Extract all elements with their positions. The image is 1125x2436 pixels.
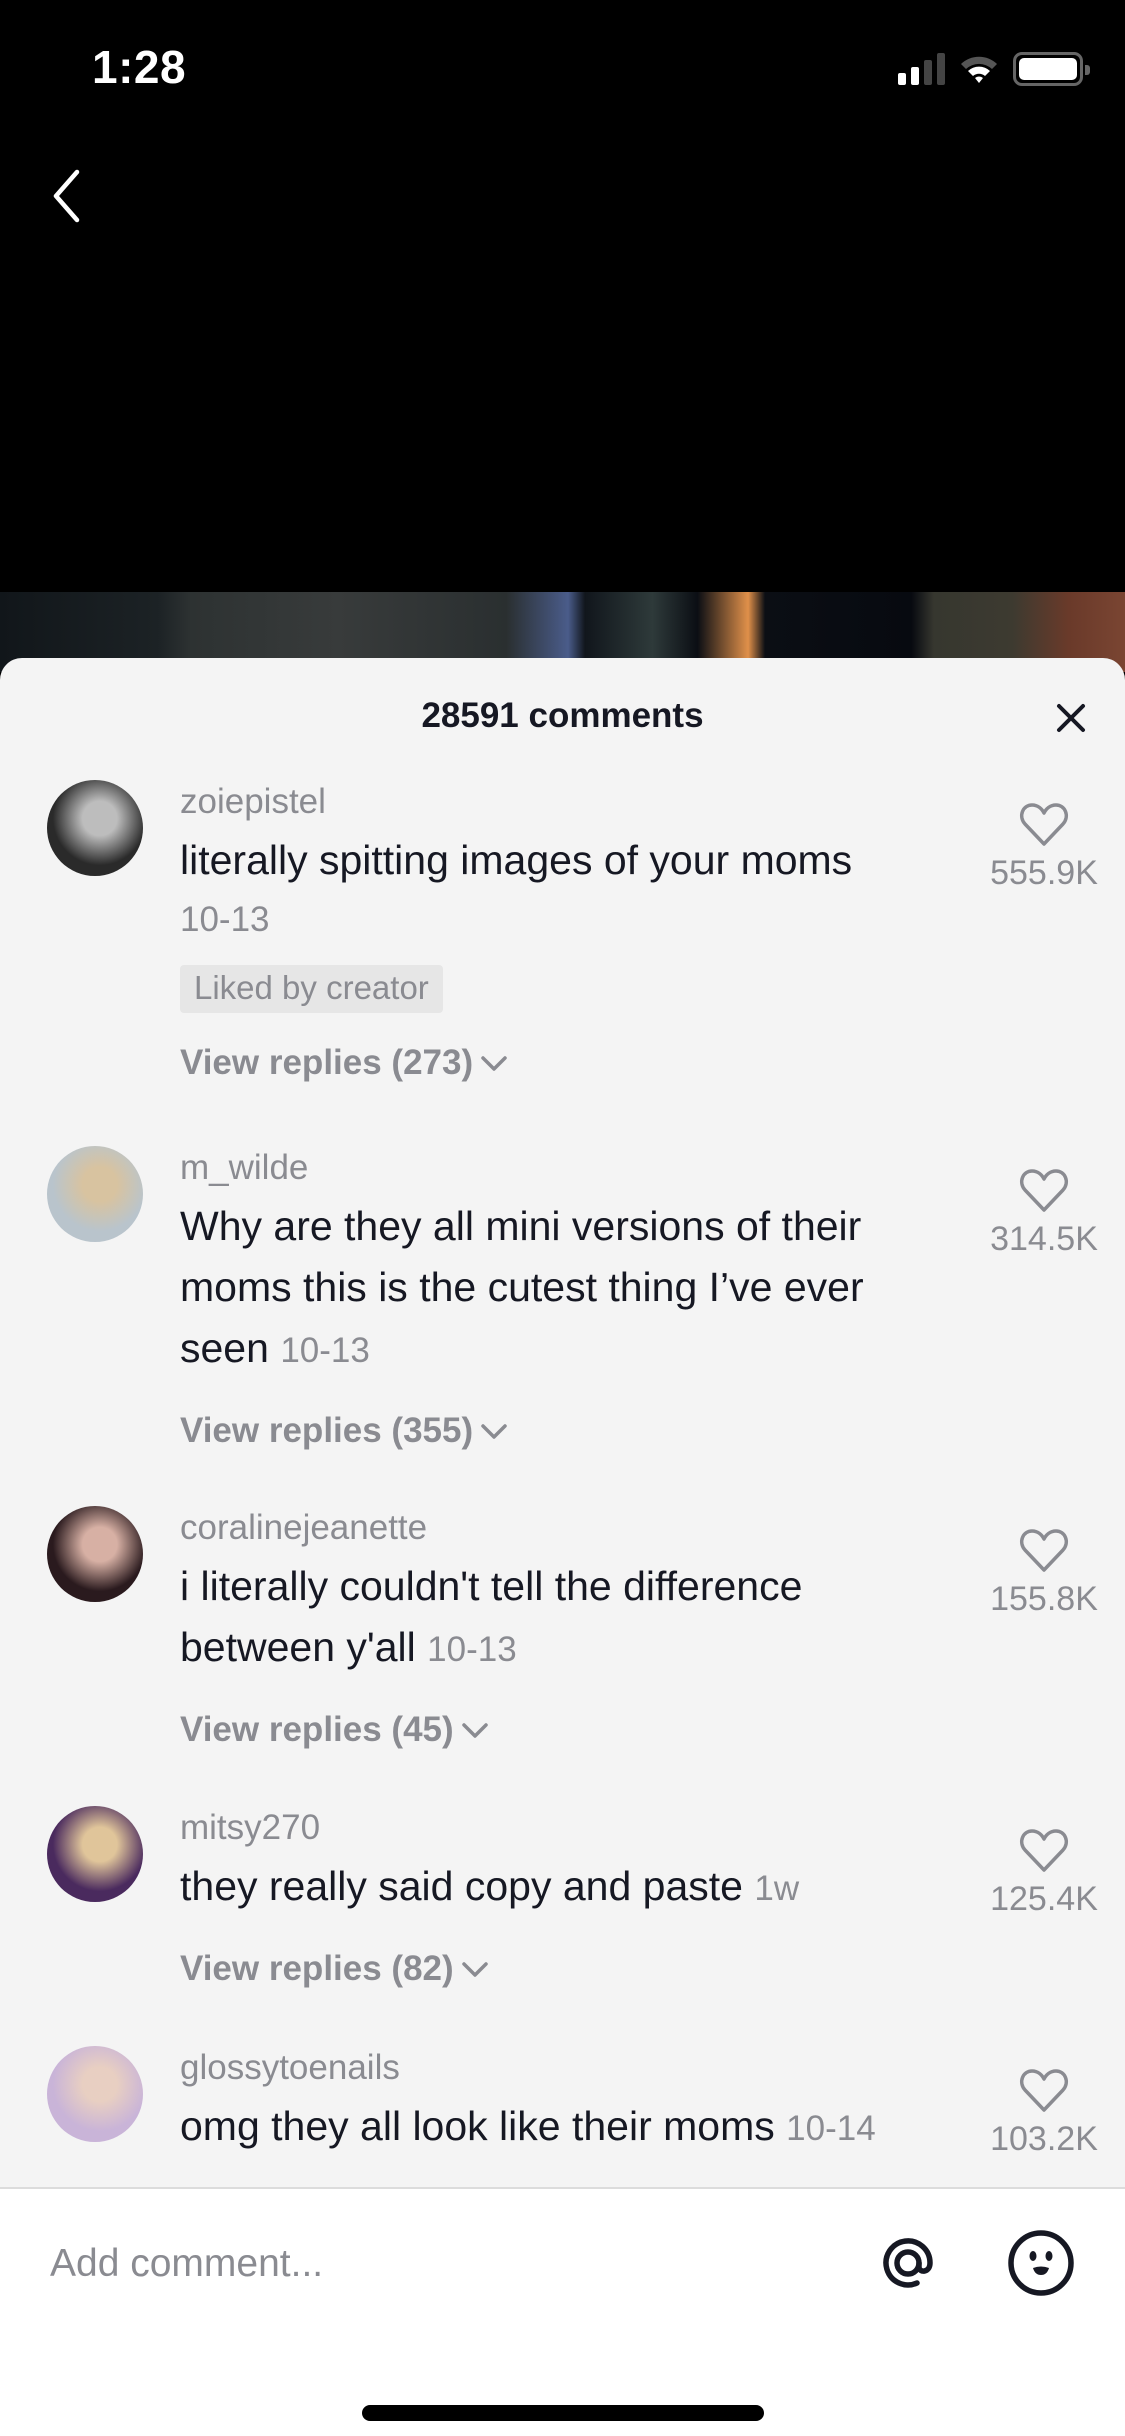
comment-username[interactable]: m_wilde <box>180 1146 950 1190</box>
like-count: 314.5K <box>990 1220 1098 1258</box>
like-button[interactable]: 155.8K <box>979 1528 1109 1619</box>
avatar[interactable] <box>47 2046 143 2142</box>
comment-date: 10-14 <box>786 2109 876 2148</box>
view-replies-button[interactable]: View replies (82) <box>180 1947 490 1991</box>
comment-text: literally spitting images of your moms <box>180 830 950 891</box>
comment-text: Why are they all mini versions of their … <box>180 1196 950 1381</box>
comment-item: zoiepistel literally spitting images of … <box>0 780 1125 1146</box>
view-replies-button[interactable]: View replies (273) <box>180 1041 509 1085</box>
back-button[interactable] <box>40 160 100 230</box>
comment-date: 10-13 <box>427 1630 517 1669</box>
view-replies-button[interactable]: View replies (45) <box>180 1708 490 1752</box>
comment-item: glossytoenails omg they all look like th… <box>0 2046 1125 2187</box>
comment-body: literally spitting images of your moms <box>180 837 853 883</box>
heart-icon <box>1020 1529 1068 1572</box>
liked-by-creator-badge: Liked by creator <box>180 965 443 1013</box>
status-time: 1:28 <box>92 41 187 93</box>
like-button[interactable]: 125.4K <box>979 1828 1109 1919</box>
signal-icon <box>898 53 945 85</box>
chevron-down-icon <box>461 1962 488 1977</box>
comment-username[interactable]: coralinejeanette <box>180 1506 950 1550</box>
comment-date: 1w <box>754 1869 800 1908</box>
comments-sheet: 28591 comments zoiepistel literally spit… <box>0 658 1125 2436</box>
like-button[interactable]: 555.9K <box>979 802 1109 893</box>
add-comment-input[interactable] <box>50 2229 830 2299</box>
comment-username[interactable]: zoiepistel <box>180 780 950 824</box>
comment-date: 10-13 <box>180 900 270 939</box>
comment-body: they really said copy and paste <box>180 1863 743 1909</box>
heart-icon <box>1020 1169 1068 1212</box>
like-count: 125.4K <box>990 1880 1098 1918</box>
emoji-icon <box>1008 2230 1074 2296</box>
close-icon <box>1057 704 1085 732</box>
comment-date: 10-13 <box>280 1331 370 1370</box>
chevron-down-icon <box>481 1056 507 1071</box>
view-replies-label: View replies (355) <box>180 1411 474 1450</box>
like-button[interactable]: 103.2K <box>979 2068 1109 2159</box>
comment-username[interactable]: glossytoenails <box>180 2046 950 2090</box>
heart-icon <box>1020 1829 1068 1872</box>
avatar[interactable] <box>47 1806 143 1902</box>
sheet-header: 28591 comments <box>0 658 1125 780</box>
emoji-button[interactable] <box>1005 2227 1077 2299</box>
comment-item: mitsy270 they really said copy and paste… <box>0 1806 1125 2046</box>
like-count: 555.9K <box>990 854 1098 892</box>
home-indicator <box>362 2405 764 2421</box>
view-replies-button[interactable]: View replies (355) <box>180 1409 509 1453</box>
chevron-down-icon <box>461 1723 488 1738</box>
view-replies-label: View replies (82) <box>180 1949 454 1988</box>
battery-icon <box>1013 52 1090 86</box>
status-icons <box>898 52 1090 86</box>
chevron-down-icon <box>481 1424 507 1439</box>
comment-username[interactable]: mitsy270 <box>180 1806 950 1850</box>
close-button[interactable] <box>1051 698 1091 738</box>
view-replies-label: View replies (273) <box>180 1043 474 1082</box>
heart-icon <box>1020 803 1068 846</box>
like-count: 103.2K <box>990 2120 1098 2158</box>
comment-body: omg they all look like their moms <box>180 2103 775 2149</box>
avatar[interactable] <box>47 1506 143 1602</box>
avatar[interactable] <box>47 1146 143 1242</box>
heart-icon <box>1020 2069 1068 2112</box>
view-replies-label: View replies (45) <box>180 1710 454 1749</box>
avatar[interactable] <box>47 780 143 876</box>
mention-button[interactable] <box>872 2227 944 2299</box>
like-count: 155.8K <box>990 1580 1098 1618</box>
comment-text: i literally couldn't tell the difference… <box>180 1556 950 1680</box>
wifi-icon <box>961 56 997 83</box>
comment-item: m_wilde Why are they all mini versions o… <box>0 1146 1125 1506</box>
comment-text: omg they all look like their moms 10-14 <box>180 2096 950 2159</box>
chevron-left-icon <box>53 169 80 223</box>
like-button[interactable]: 314.5K <box>979 1168 1109 1259</box>
at-sign-icon <box>883 2238 933 2288</box>
comment-list[interactable]: zoiepistel literally spitting images of … <box>0 780 1125 2187</box>
status-bar: 1:28 <box>0 0 1125 130</box>
comment-item: coralinejeanette i literally couldn't te… <box>0 1506 1125 1806</box>
comments-count-title: 28591 comments <box>421 696 704 735</box>
comment-text: they really said copy and paste 1w <box>180 1856 950 1919</box>
comment-input-bar <box>0 2187 1125 2436</box>
